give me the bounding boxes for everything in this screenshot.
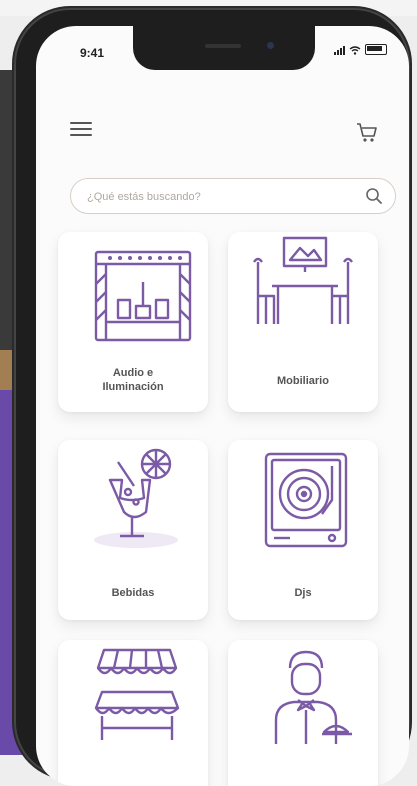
- menu-icon[interactable]: [70, 122, 92, 138]
- stage-icon: [94, 250, 192, 342]
- category-card-waiter[interactable]: [228, 640, 378, 786]
- category-card-djs[interactable]: Djs: [228, 440, 378, 620]
- turntable-icon: [264, 452, 348, 548]
- category-card-bebidas[interactable]: Bebidas: [58, 440, 208, 620]
- category-label-line1: Audio e: [112, 367, 154, 379]
- category-card-stall[interactable]: [58, 640, 208, 786]
- category-label: Audio e Iluminación: [58, 366, 208, 394]
- category-label: Bebidas: [111, 587, 155, 599]
- category-card-mobiliario[interactable]: Mobiliario: [228, 232, 378, 412]
- category-card-audio[interactable]: Audio e Iluminación: [58, 232, 208, 412]
- signal-icon: [334, 46, 345, 55]
- furniture-icon: [253, 236, 353, 324]
- search-input[interactable]: [85, 185, 359, 209]
- cocktail-icon: [94, 448, 178, 548]
- search-bar[interactable]: [70, 178, 396, 214]
- cart-icon[interactable]: [355, 120, 379, 144]
- phone-frame: 9:41 ¿Qué estás buscando? Audio e Ilumin…: [14, 8, 410, 786]
- category-label-line2: Iluminación: [102, 381, 164, 393]
- status-time: 9:41: [80, 46, 105, 60]
- battery-icon: [365, 44, 387, 55]
- market-stall-icon: [94, 648, 180, 740]
- category-label: Djs: [294, 587, 312, 599]
- camera-icon: [267, 42, 274, 49]
- app-screen: 9:41 ¿Qué estás buscando? Audio e Ilumin…: [36, 26, 409, 786]
- speaker-grille: [205, 44, 241, 48]
- status-icons: [334, 44, 387, 55]
- phone-notch: [133, 26, 315, 70]
- waiter-icon: [274, 650, 352, 744]
- category-label: Mobiliario: [277, 375, 329, 387]
- search-icon[interactable]: [365, 187, 383, 205]
- wifi-icon: [349, 46, 361, 55]
